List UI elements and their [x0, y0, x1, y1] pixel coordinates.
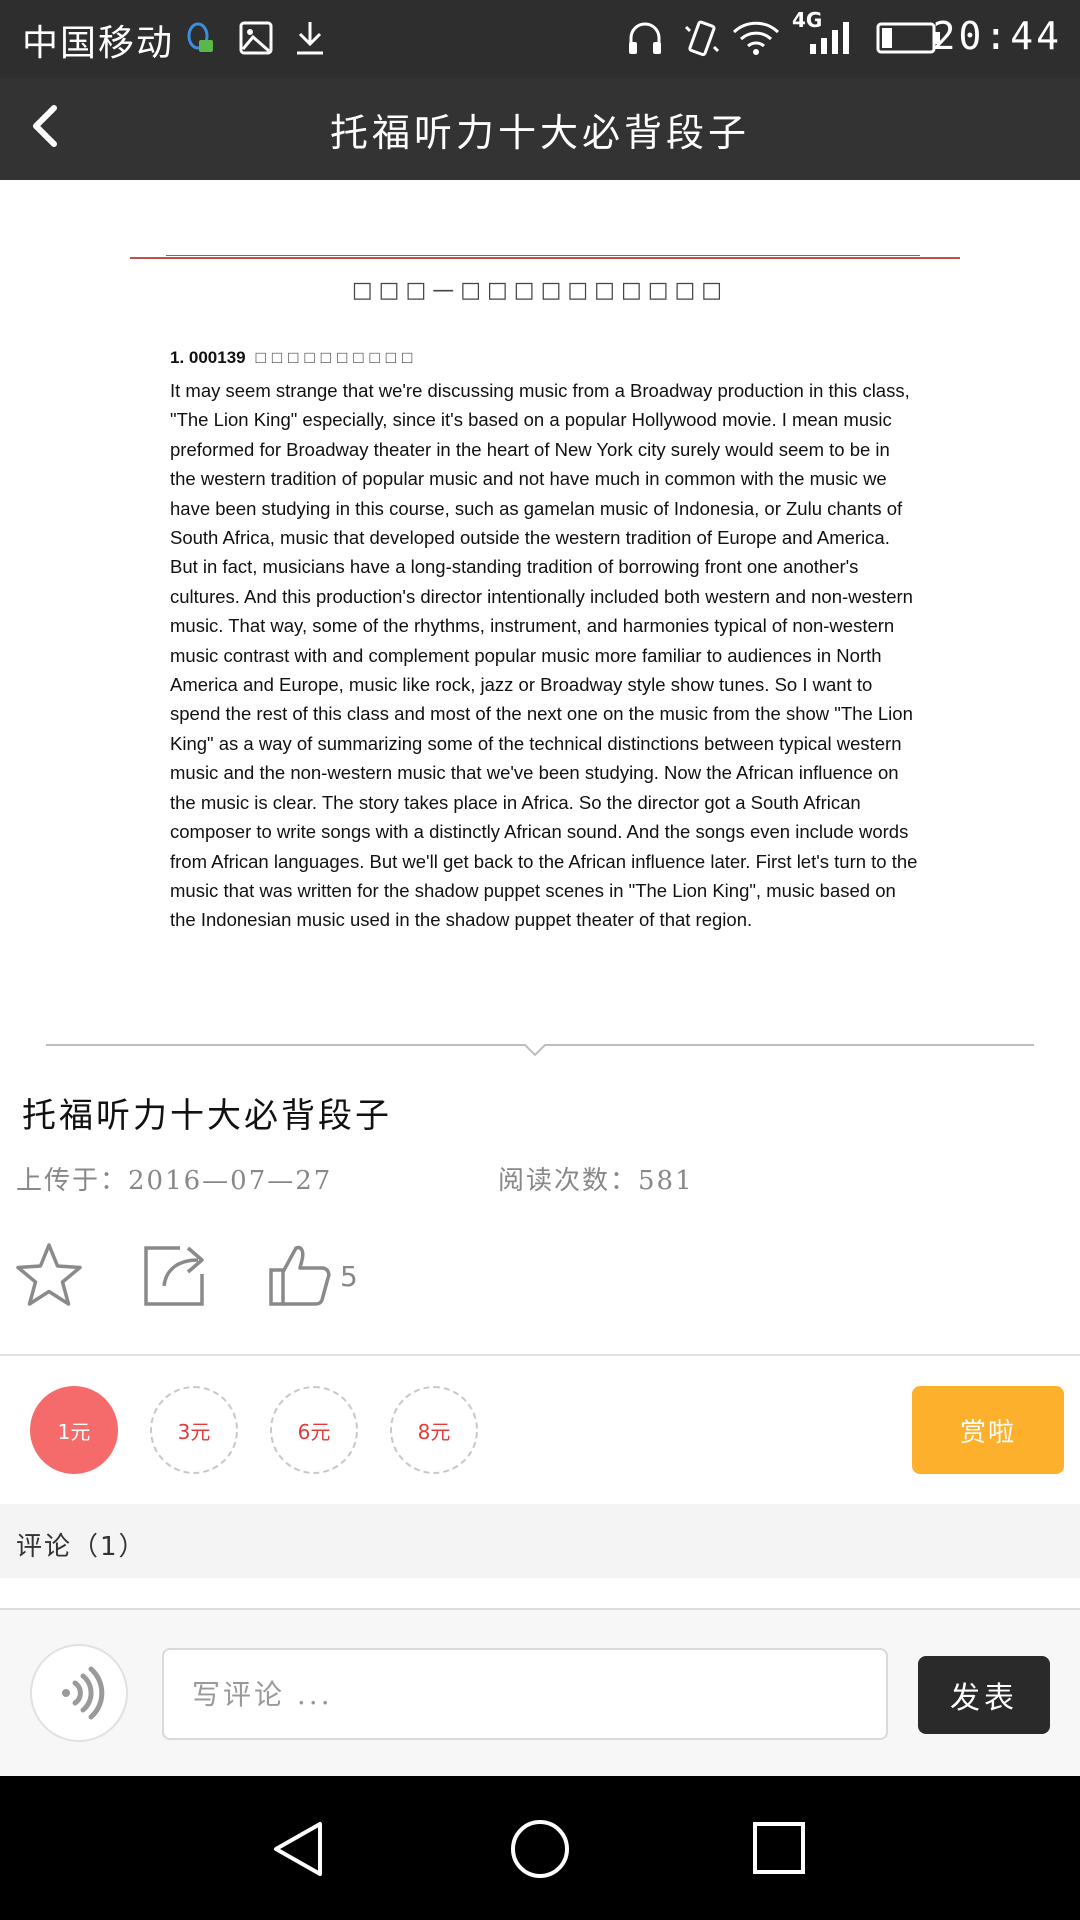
signal-icon	[806, 14, 854, 62]
document-item-header: 1. 000139 □□□□□□□□□□	[170, 348, 418, 368]
upload-date: 上传于：2016—07—27	[16, 1166, 333, 1196]
home-circle-icon	[511, 1820, 569, 1878]
section-divider	[0, 1354, 1080, 1356]
document-heading: □□□—□□□□□□□□□□	[351, 278, 729, 303]
tip-option-1[interactable]: 1元	[30, 1386, 118, 1474]
document-rule	[130, 257, 960, 259]
share-button[interactable]	[140, 1240, 210, 1310]
app-header: 托福听力十大必背段子	[0, 78, 1080, 180]
clock: 20:44	[932, 14, 1062, 58]
reward-button[interactable]: 赏啦	[912, 1386, 1064, 1474]
voice-icon	[62, 1666, 105, 1720]
headphones-icon	[624, 14, 666, 62]
comments-header: 评论（1）	[0, 1504, 1080, 1578]
voice-input-button[interactable]	[30, 1644, 128, 1742]
nav-back-button[interactable]	[264, 1814, 334, 1884]
caret-down-icon	[523, 1035, 547, 1057]
recents-square-icon	[753, 1822, 805, 1874]
like-count: 5	[340, 1260, 358, 1293]
share-icon	[144, 1246, 204, 1306]
document-rule-inner	[166, 255, 920, 256]
back-triangle-icon	[274, 1822, 322, 1876]
like-button[interactable]	[266, 1240, 336, 1310]
document-item-number: 1. 000139	[170, 348, 246, 367]
nav-recents-button[interactable]	[745, 1814, 815, 1884]
document-item-title: □□□□□□□□□□	[255, 348, 419, 367]
read-count: 阅读次数：581	[498, 1166, 694, 1196]
tip-option-6[interactable]: 6元	[270, 1386, 358, 1474]
tip-option-3[interactable]: 3元	[150, 1386, 238, 1474]
page-title: 托福听力十大必背段子	[329, 111, 750, 155]
comments-list[interactable]	[0, 1578, 1080, 1608]
carrier-label: 中国移动	[22, 23, 175, 64]
document-preview[interactable]: □□□—□□□□□□□□□□ 1. 000139 □□□□□□□□□□ It ma…	[0, 180, 1080, 1040]
document-paragraph: It may seem strange that we're discussin…	[170, 380, 918, 931]
comments-count-label: 评论（1）	[16, 1532, 147, 1562]
download-icon	[290, 14, 330, 62]
qq-notification-icon	[182, 14, 218, 62]
nav-home-button[interactable]	[505, 1814, 575, 1884]
status-bar: 中国移动 4G 20:44	[0, 0, 1080, 78]
comment-composer: 发表	[0, 1608, 1080, 1778]
favorite-button[interactable]	[14, 1240, 84, 1310]
comment-input[interactable]	[162, 1648, 888, 1740]
send-button[interactable]: 发表	[918, 1656, 1050, 1734]
system-nav-bar	[0, 1776, 1080, 1920]
thumbs-up-icon	[269, 1245, 331, 1306]
article-title: 托福听力十大必背段子	[22, 1096, 392, 1136]
image-icon	[236, 14, 276, 62]
star-icon	[16, 1243, 82, 1306]
wifi-icon	[730, 14, 782, 62]
tip-option-8[interactable]: 8元	[390, 1386, 478, 1474]
vibrate-icon	[680, 14, 722, 62]
